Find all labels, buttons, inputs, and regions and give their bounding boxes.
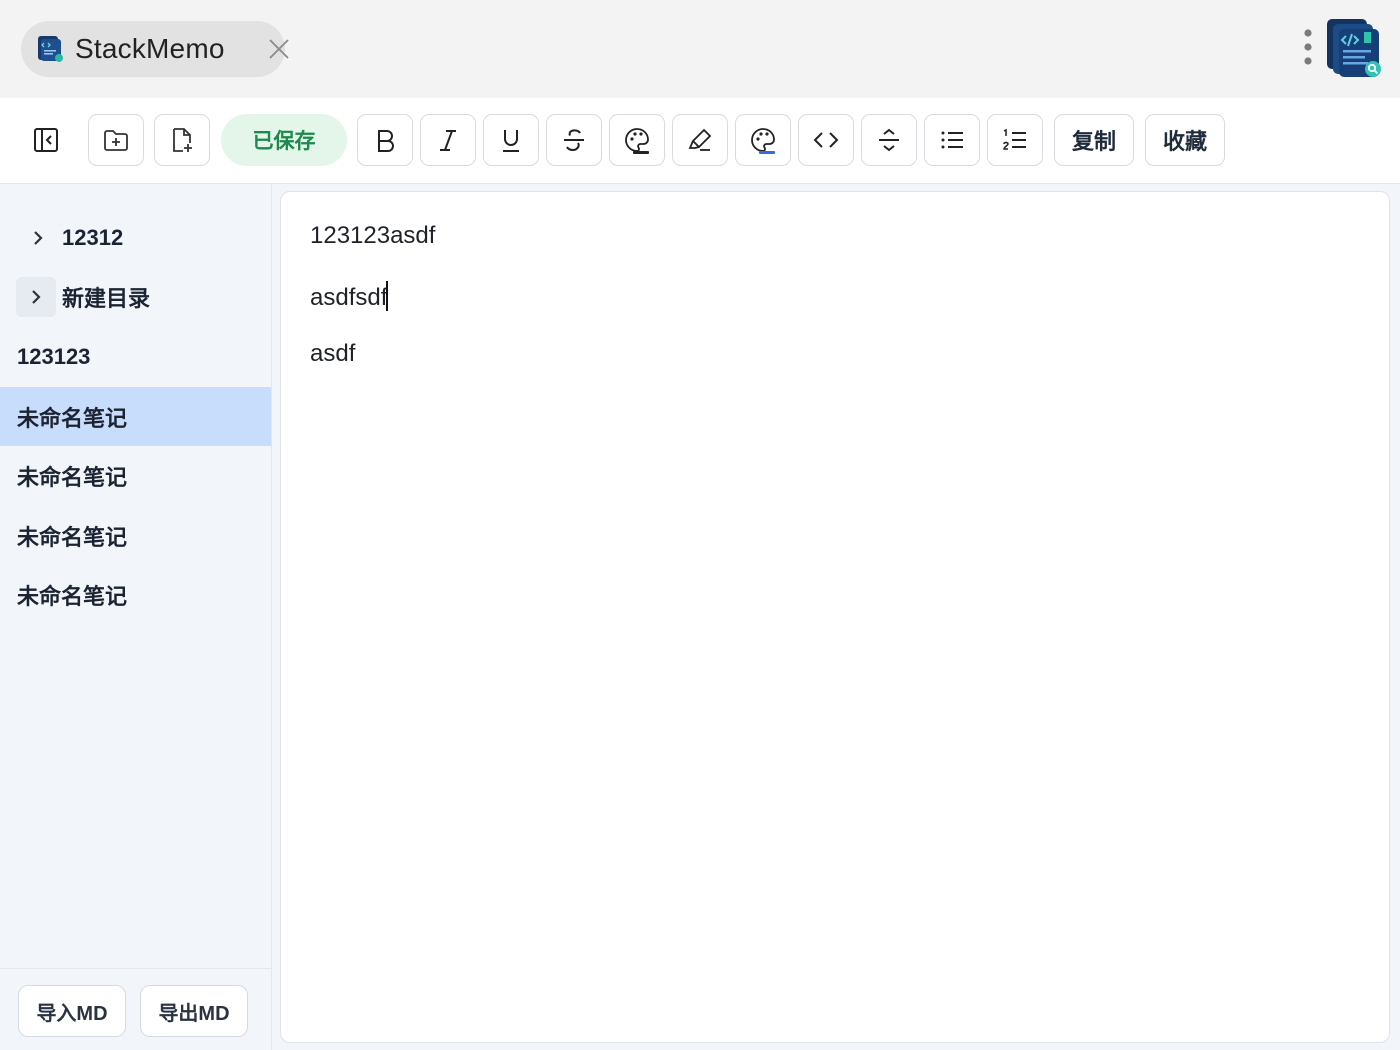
title-bar: StackMemo [0,0,1400,98]
chevron-right-icon[interactable] [18,218,58,258]
editor-paragraph[interactable]: asdfsdf [310,281,389,312]
sidebar-note-item[interactable]: 未命名笔记 [0,565,271,624]
palette-icon [625,128,649,154]
code-icon [813,132,839,148]
stackmemo-logo-icon [1327,19,1381,77]
divider-button[interactable] [861,114,917,166]
toggle-sidebar-button[interactable] [18,114,74,166]
horizontal-rule-icon [879,128,899,152]
new-note-button[interactable] [154,114,210,166]
sidebar-folder-12312[interactable]: 12312 [0,208,271,267]
ordered-list-icon [1003,128,1026,150]
underline-button[interactable] [483,114,539,166]
strikethrough-button[interactable] [546,114,602,166]
sidebar-note-item-selected[interactable]: 未命名笔记 [0,387,271,446]
close-icon[interactable] [267,37,291,61]
note-editor[interactable]: 123123asdf asdfsdf asdf [280,191,1390,1043]
ordered-list-button[interactable] [987,114,1043,166]
sidebar-note-item[interactable]: 未命名笔记 [0,506,271,565]
stackmemo-app-icon [38,36,63,62]
sidebar-item-label: 未命名笔记 [17,583,128,609]
editor-paragraph-text: asdfsdf [310,284,388,311]
editor-paragraph[interactable]: 123123asdf [310,222,435,250]
highlight-button[interactable] [672,114,728,166]
note-sidebar: 12312 新建目录 123123 未命名笔记 未命名笔记 未命名笔记 未命名笔… [0,184,272,1050]
sidebar-item-label: 123123 [17,343,91,369]
underline-icon [503,130,519,152]
sidebar-footer: 导入MD 导出MD [0,968,271,1050]
highlighter-icon [688,128,712,151]
sidebar-item-label: 未命名笔记 [17,524,128,550]
editor-paragraph-text: 123123asdf [310,222,436,249]
sidebar-item-label: 未命名笔记 [17,405,128,431]
background-color-button[interactable] [735,114,791,166]
new-folder-button[interactable] [88,114,144,166]
sidebar-collapse-icon [34,128,58,152]
sidebar-note-item[interactable]: 未命名笔记 [0,446,271,505]
palette-fill-icon [751,128,775,154]
bold-button[interactable] [357,114,413,166]
italic-button[interactable] [420,114,476,166]
copy-button[interactable]: 复制 [1054,114,1134,166]
file-plus-icon [173,128,192,152]
bullet-list-icon [941,131,963,149]
code-button[interactable] [798,114,854,166]
export-md-button[interactable]: 导出MD [140,985,248,1037]
sidebar-item-label: 12312 [62,224,124,250]
folder-plus-icon [104,130,128,151]
editor-area: 123123asdf asdfsdf asdf [272,184,1400,1050]
sidebar-note-item[interactable]: 123123 [0,327,271,386]
favorite-button[interactable]: 收藏 [1145,114,1225,166]
italic-icon [440,130,456,151]
saved-status-badge: 已保存 [221,114,347,166]
more-vertical-icon[interactable] [1299,28,1317,70]
sidebar-folder-new-directory[interactable]: 新建目录 [0,267,271,326]
bullet-list-button[interactable] [924,114,980,166]
strikethrough-icon [564,129,584,152]
editor-paragraph[interactable]: asdf [310,340,355,368]
text-color-button[interactable] [609,114,665,166]
editor-paragraph-text: asdf [310,340,356,367]
sidebar-item-label: 新建目录 [62,285,151,311]
chevron-right-icon[interactable] [16,276,56,317]
import-md-button[interactable]: 导入MD [18,985,126,1037]
sidebar-item-label: 未命名笔记 [17,464,128,490]
text-cursor [386,281,389,311]
app-tab-title: StackMemo [75,33,225,64]
editor-toolbar: 已保存 复制 收藏 [0,98,1400,184]
app-tab[interactable]: StackMemo [21,21,289,77]
bold-icon [378,130,394,152]
